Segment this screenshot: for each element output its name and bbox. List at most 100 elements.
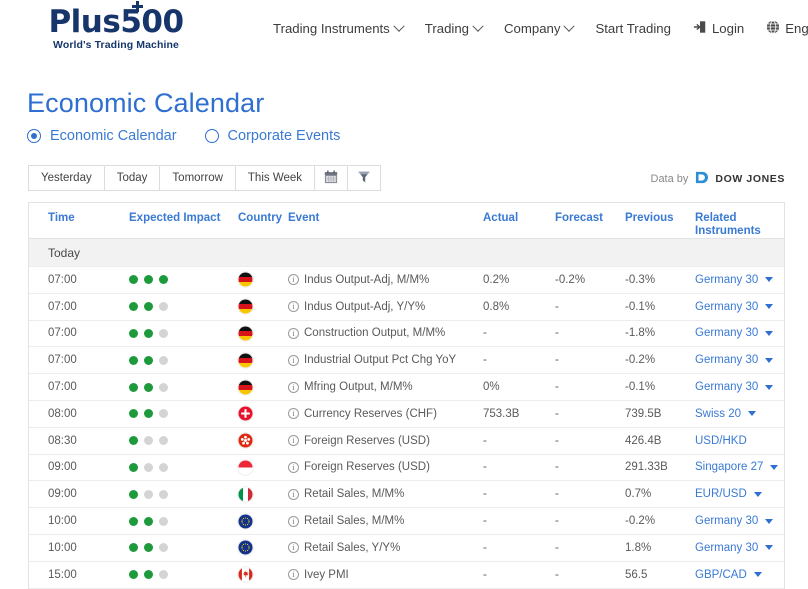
column-header-country: Country	[234, 212, 288, 224]
related-instrument-link[interactable]: Singapore 27	[695, 461, 763, 473]
related-instrument-link[interactable]: Germany 30	[695, 274, 758, 286]
cell-event: i Foreign Reserves (USD)	[288, 435, 483, 447]
cell-time: 07:00	[29, 274, 129, 286]
cell-country	[234, 433, 288, 448]
related-instrument-dropdown-caret[interactable]	[765, 331, 773, 336]
cell-previous: 426.4B	[625, 435, 695, 447]
info-icon[interactable]: i	[288, 435, 299, 446]
related-instrument-dropdown-caret[interactable]	[765, 358, 773, 363]
info-icon[interactable]: i	[288, 301, 299, 312]
related-instrument-link[interactable]: Swiss 20	[695, 408, 741, 420]
table-row[interactable]: 10:00 i Retail Sales, M/M% - - -0.2% Ger…	[29, 508, 784, 535]
nav-item-login[interactable]: Login	[682, 20, 755, 37]
related-instrument-link[interactable]: Germany 30	[695, 301, 758, 313]
cell-forecast: -	[555, 542, 625, 554]
table-row[interactable]: 09:00 i Foreign Reserves (USD) - - 291.3…	[29, 455, 784, 482]
nav-item-start-trading[interactable]: Start Trading	[584, 21, 682, 36]
cell-related-instruments: Germany 30	[695, 515, 784, 527]
impact-dot	[144, 570, 153, 579]
related-instrument-dropdown-caret[interactable]	[748, 411, 756, 416]
cell-previous: 291.33B	[625, 461, 695, 473]
cell-country	[234, 487, 288, 502]
info-icon[interactable]: i	[288, 462, 299, 473]
related-instrument-link[interactable]: GBP/CAD	[695, 569, 747, 581]
info-icon[interactable]: i	[288, 382, 299, 393]
nav-label: English	[785, 21, 808, 36]
related-instrument-dropdown-caret[interactable]	[765, 545, 773, 550]
filter-button-today[interactable]: Today	[105, 166, 161, 190]
impact-dot	[129, 329, 138, 338]
nav-item-trading-instruments[interactable]: Trading Instruments	[262, 21, 414, 36]
logo-wordmark: Plus500	[48, 6, 183, 38]
related-instrument-link[interactable]: Germany 30	[695, 515, 758, 527]
cell-expected-impact	[129, 543, 234, 552]
event-name: Construction Output, M/M%	[304, 327, 445, 339]
related-instrument-link[interactable]: Germany 30	[695, 354, 758, 366]
table-row[interactable]: 07:00 i Mfring Output, M/M% 0% - -0.1% G…	[29, 374, 784, 401]
related-instrument-dropdown-caret[interactable]	[765, 519, 773, 524]
related-instrument-dropdown-caret[interactable]	[765, 385, 773, 390]
info-icon[interactable]: i	[288, 542, 299, 553]
info-icon[interactable]: i	[288, 489, 299, 500]
cell-previous: -1.8%	[625, 327, 695, 339]
cell-related-instruments: USD/HKD	[695, 435, 784, 447]
info-icon[interactable]: i	[288, 328, 299, 339]
flag-icon-italy	[238, 487, 253, 502]
table-row[interactable]: 08:00 i Currency Reserves (CHF) 753.3B -…	[29, 401, 784, 428]
related-instrument-dropdown-caret[interactable]	[754, 492, 762, 497]
related-instrument-link[interactable]: Germany 30	[695, 542, 758, 554]
table-row[interactable]: 08:30 i Foreign Reserves (USD) - - 426.4…	[29, 428, 784, 455]
cell-event: i Indus Output-Adj, Y/Y%	[288, 301, 483, 313]
cell-event: i Currency Reserves (CHF)	[288, 408, 483, 420]
filter-button-yesterday[interactable]: Yesterday	[29, 166, 105, 190]
cell-expected-impact	[129, 463, 234, 472]
table-row[interactable]: 07:00 i Indus Output-Adj, M/M% 0.2% -0.2…	[29, 267, 784, 294]
filter-button-this-week[interactable]: This Week	[236, 166, 315, 190]
flag-icon-germany	[238, 272, 253, 287]
related-instrument-dropdown-caret[interactable]	[765, 304, 773, 309]
info-icon[interactable]: i	[288, 516, 299, 527]
filter-button-tomorrow[interactable]: Tomorrow	[160, 166, 235, 190]
cell-country	[234, 326, 288, 341]
nav-item-trading[interactable]: Trading	[414, 21, 493, 36]
cell-expected-impact	[129, 409, 234, 418]
related-instrument-dropdown-caret[interactable]	[770, 465, 778, 470]
calendar-picker-button[interactable]	[315, 166, 348, 190]
info-icon[interactable]: i	[288, 355, 299, 366]
nav-item-company[interactable]: Company	[493, 21, 584, 36]
related-instrument-link[interactable]: EUR/USD	[695, 488, 747, 500]
site-logo[interactable]: Plus500 World's Trading Machine	[26, 6, 206, 51]
info-icon[interactable]: i	[288, 274, 299, 285]
related-instrument-dropdown-caret[interactable]	[754, 572, 762, 577]
plus-mark-icon	[132, 1, 143, 12]
table-row[interactable]: 07:00 i Construction Output, M/M% - - -1…	[29, 321, 784, 348]
related-instrument-link[interactable]: Germany 30	[695, 381, 758, 393]
nav-label: Trading Instruments	[273, 21, 390, 36]
impact-dot	[129, 570, 138, 579]
related-instrument-link[interactable]: Germany 30	[695, 327, 758, 339]
related-instrument-link[interactable]: USD/HKD	[695, 435, 747, 447]
impact-dot	[129, 463, 138, 472]
site-header: Plus500 World's Trading Machine Trading …	[0, 0, 808, 62]
table-row[interactable]: 07:00 i Industrial Output Pct Chg YoY - …	[29, 347, 784, 374]
advanced-filter-button[interactable]	[348, 166, 380, 190]
cell-previous: 0.7%	[625, 488, 695, 500]
table-row[interactable]: 07:00 i Indus Output-Adj, Y/Y% 0.8% - -0…	[29, 294, 784, 321]
info-icon[interactable]: i	[288, 569, 299, 580]
radio-corporate-events[interactable]: Corporate Events	[205, 128, 341, 144]
table-row[interactable]: 09:00 i Retail Sales, M/M% - - 0.7% EUR/…	[29, 481, 784, 508]
table-row[interactable]: 10:00 i Retail Sales, Y/Y% - - 1.8% Germ…	[29, 535, 784, 562]
cell-country	[234, 514, 288, 529]
related-instrument-dropdown-caret[interactable]	[765, 277, 773, 282]
event-name: Currency Reserves (CHF)	[304, 408, 437, 420]
nav-label: Trading	[425, 21, 469, 36]
radio-economic-calendar[interactable]: Economic Calendar	[27, 128, 177, 144]
info-icon[interactable]: i	[288, 408, 299, 419]
nav-item-language[interactable]: English	[755, 20, 808, 37]
cell-country	[234, 567, 288, 582]
cell-forecast: -	[555, 569, 625, 581]
impact-dot	[144, 543, 153, 552]
cell-expected-impact	[129, 275, 234, 284]
cell-related-instruments: EUR/USD	[695, 488, 784, 500]
table-row[interactable]: 15:00 i Ivey PMI - - 56.5 GBP/CAD	[29, 562, 784, 589]
